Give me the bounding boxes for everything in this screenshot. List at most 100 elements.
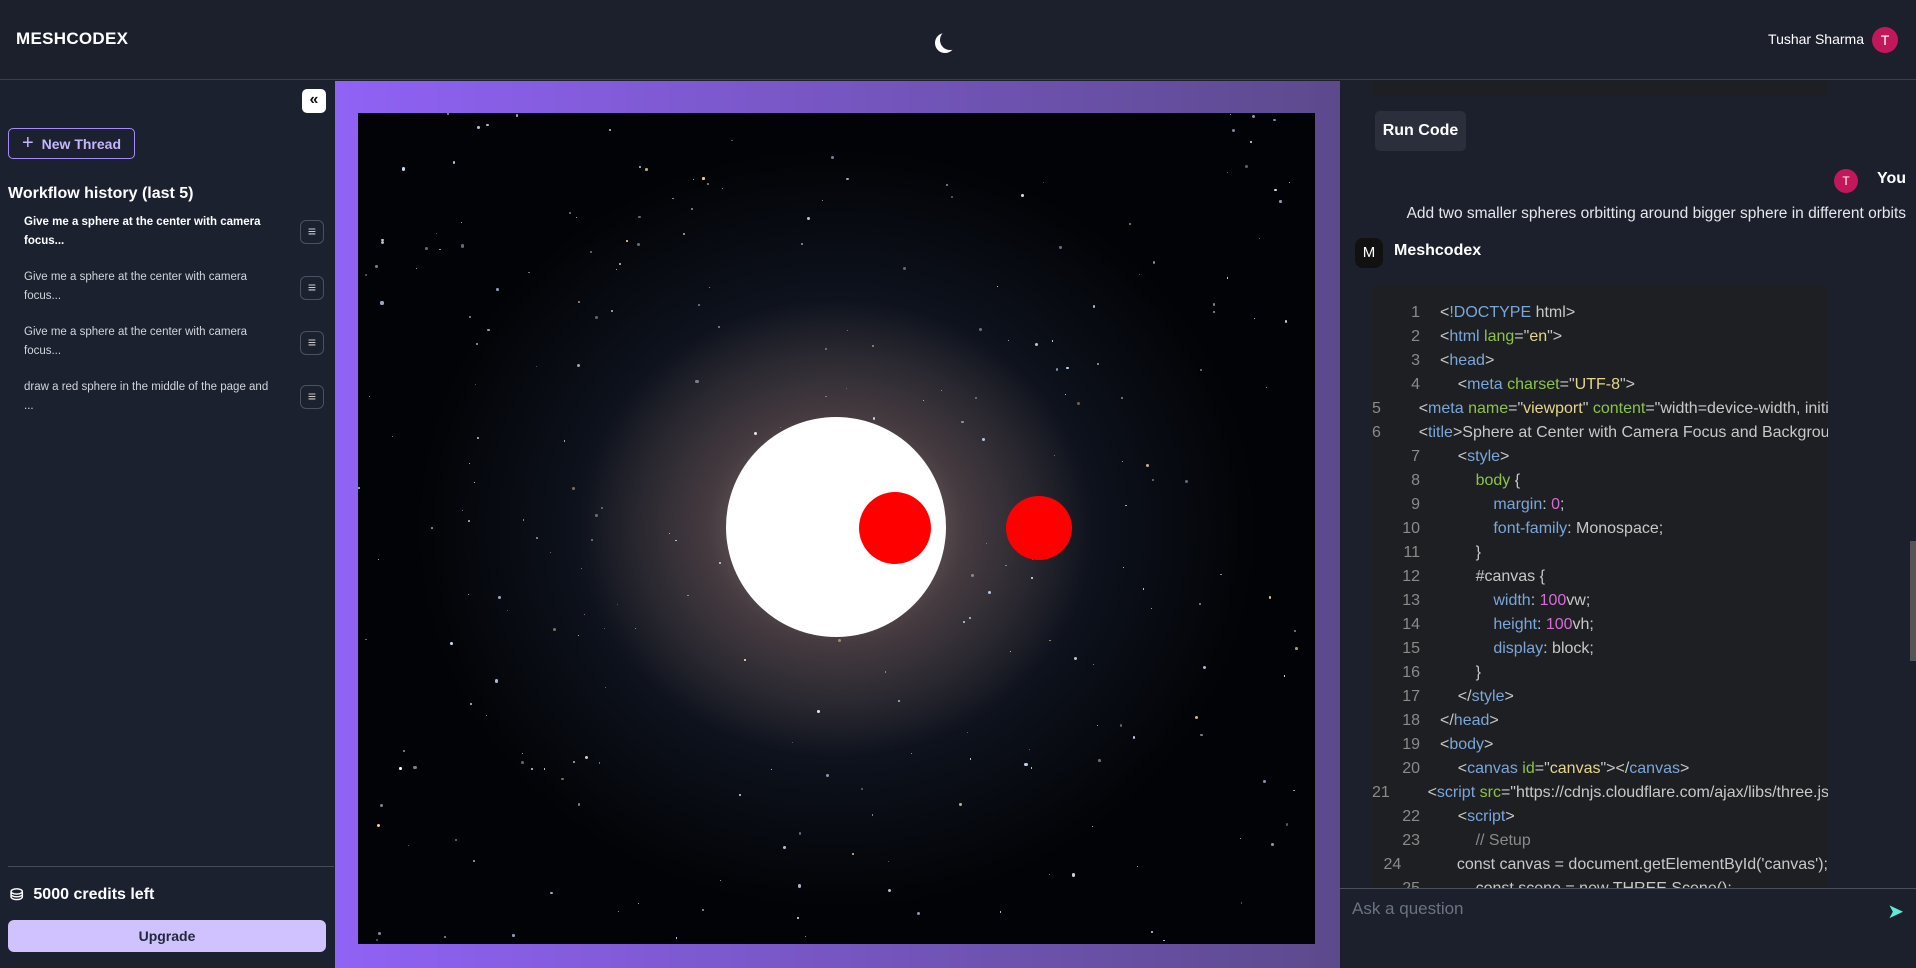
star (821, 199, 823, 201)
star (399, 767, 402, 770)
menu-icon[interactable]: ≡ (300, 276, 324, 300)
user-avatar[interactable]: T (1872, 27, 1898, 53)
code-text: <canvas id="canvas"></canvas> (1440, 760, 1690, 777)
star (846, 387, 848, 390)
star (645, 168, 648, 171)
new-thread-button[interactable]: + New Thread (8, 128, 135, 159)
collapse-sidebar-icon[interactable]: « (302, 89, 326, 113)
star (473, 860, 476, 863)
star (1263, 779, 1267, 784)
star (969, 616, 971, 619)
star (970, 573, 974, 577)
star (407, 844, 409, 847)
star (578, 300, 580, 303)
send-icon[interactable]: ➤ (1887, 899, 1904, 924)
menu-icon[interactable]: ≡ (300, 385, 324, 409)
star (605, 686, 607, 688)
code-text: body { (1475, 472, 1521, 489)
moon-icon[interactable] (940, 30, 960, 50)
star (476, 343, 479, 345)
star (698, 304, 701, 307)
star (672, 197, 674, 200)
history-item[interactable]: Give me a sphere at the center with came… (24, 268, 279, 306)
star (1049, 874, 1051, 876)
star (1137, 866, 1138, 867)
star (590, 251, 592, 253)
star (796, 916, 799, 919)
star (515, 113, 519, 117)
star (1258, 238, 1260, 240)
line-number: 14 (1402, 616, 1420, 633)
star (731, 139, 734, 142)
history-item[interactable]: draw a red sphere in the middle of the p… (24, 378, 279, 416)
line-number: 6 (1372, 424, 1381, 441)
star (1288, 181, 1290, 184)
code-text: } (1440, 544, 1481, 561)
star (1285, 823, 1289, 826)
star (600, 507, 603, 510)
star (897, 699, 900, 702)
star (618, 262, 622, 266)
star (1098, 758, 1101, 762)
star (576, 216, 578, 218)
star (782, 846, 786, 850)
code-line: 15 display: block; (1372, 637, 1828, 661)
code-text: <!DOCTYPE html> (1440, 304, 1576, 321)
plus-icon: + (21, 132, 34, 154)
star (1202, 666, 1207, 670)
star (1194, 715, 1198, 719)
star (598, 762, 601, 764)
star (1151, 478, 1154, 481)
star (978, 328, 983, 332)
upgrade-button[interactable]: Upgrade (8, 920, 326, 952)
star (474, 383, 476, 385)
history-item[interactable]: Give me a sphere at the center with came… (24, 213, 279, 251)
star (1030, 767, 1033, 770)
star (1128, 222, 1131, 225)
star (1200, 369, 1202, 371)
star (1020, 194, 1024, 198)
star (695, 379, 699, 383)
user-label: You (1876, 170, 1906, 187)
star (962, 620, 966, 624)
preview-panel (335, 81, 1340, 968)
star (709, 287, 711, 288)
star (922, 399, 925, 401)
star (460, 221, 462, 224)
star (917, 912, 921, 916)
star (806, 216, 810, 220)
star (974, 397, 978, 400)
line-number: 20 (1402, 760, 1420, 777)
menu-icon[interactable]: ≡ (300, 220, 324, 244)
star (496, 288, 499, 291)
code-line: 4 <meta charset="UTF-8"> (1372, 373, 1828, 397)
star (378, 559, 379, 561)
star (436, 232, 438, 234)
star (887, 888, 891, 892)
star (1163, 939, 1165, 941)
star (462, 510, 464, 512)
star (568, 211, 572, 214)
star (506, 610, 508, 612)
previous-code-block (1372, 81, 1828, 96)
menu-icon[interactable]: ≡ (300, 331, 324, 355)
star (595, 514, 599, 518)
run-code-button[interactable]: Run Code (1375, 111, 1466, 151)
star (375, 264, 379, 268)
scrollbar[interactable] (1910, 541, 1916, 661)
chat-panel: Run Code T You Add two smaller spheres o… (1340, 81, 1916, 968)
star (797, 884, 802, 888)
star (1072, 873, 1076, 877)
question-input[interactable]: Ask a question ➤ (1340, 888, 1916, 968)
code-text: </head> (1440, 712, 1499, 729)
line-number: 12 (1402, 568, 1420, 585)
bot-name: Meshcodex (1394, 242, 1482, 259)
star (1059, 246, 1062, 249)
star (1053, 454, 1056, 457)
star (837, 638, 841, 642)
galaxy-background (358, 113, 1315, 944)
history-item[interactable]: Give me a sphere at the center with came… (24, 323, 279, 361)
star (1279, 200, 1282, 203)
code-line: 3 <head> (1372, 349, 1828, 373)
star (1066, 366, 1069, 370)
